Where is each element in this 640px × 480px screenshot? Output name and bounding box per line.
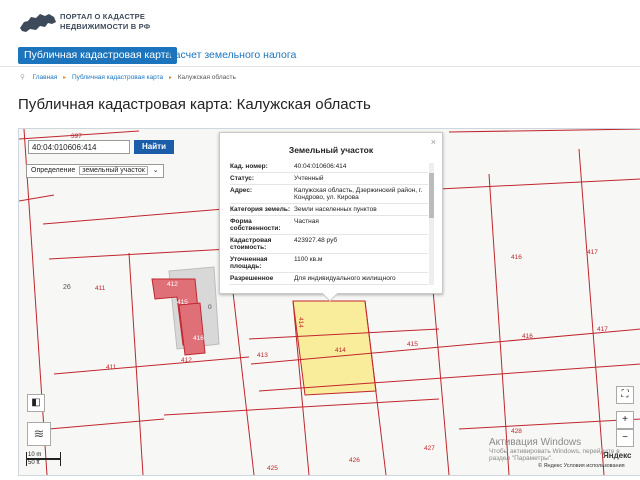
parcel-label: 426 xyxy=(349,457,360,464)
parcel-label: 428 xyxy=(511,428,522,435)
popup-rows: Кад. номер: 40:04:010606:414 Статус: Учтен… xyxy=(230,161,428,287)
parcel-info-popup: × Земельный участок Кад. номер: 40:04:010… xyxy=(219,132,443,294)
map-copyright[interactable]: © Яндекс Условия использования xyxy=(538,463,625,469)
row-value: Учтенный xyxy=(294,175,324,182)
watermark-line3: раздел "Параметры". xyxy=(489,455,553,462)
row-key: Адрес: xyxy=(230,187,253,194)
parcel-label: 415 xyxy=(407,341,418,348)
main-nav: Публичная кадастровая карта Расчет земел… xyxy=(0,44,640,67)
popup-row: Разрешенное Для индивидуального жилищного xyxy=(230,273,428,285)
definition-value: земельный участок xyxy=(79,166,148,175)
parcel-label: 411 xyxy=(95,285,106,292)
chevron-right-icon: ▸ xyxy=(168,75,172,81)
row-value: Для индивидуального жилищного xyxy=(294,275,396,282)
watermark-line1: Активация Windows xyxy=(489,437,582,448)
tab-public-cadastral-map[interactable]: Публичная кадастровая карта xyxy=(18,47,178,64)
parcel-label: 416 xyxy=(193,335,204,342)
page-title: Публичная кадастровая карта: Калужская о… xyxy=(18,96,371,113)
yandex-logo[interactable]: Яндекс xyxy=(603,451,631,460)
row-value: Земли населенных пунктов xyxy=(294,206,377,213)
row-value: 423927.48 руб xyxy=(294,237,338,244)
breadcrumb-current: Калужская область xyxy=(177,74,236,81)
parcel-label: 397 xyxy=(71,133,82,140)
definition-label: Определение xyxy=(31,167,76,174)
parcel-label: 414 xyxy=(296,317,304,328)
parcel-label: 0 xyxy=(208,304,212,311)
row-value: 40:04:010606:414 xyxy=(294,163,347,170)
row-key: Кадастровая стоимость: xyxy=(230,237,272,251)
popup-row: Уточненная площадь: 1100 кв.м xyxy=(230,254,428,273)
scale-bar: 10 m 50 ft xyxy=(26,452,61,466)
zoom-in-icon[interactable]: + xyxy=(616,411,634,429)
popup-row: Статус: Учтенный xyxy=(230,173,428,185)
breadcrumb-home[interactable]: Главная xyxy=(33,74,58,81)
row-value: 1100 кв.м xyxy=(294,256,323,263)
location-pin-icon: ⚲ xyxy=(20,74,25,81)
row-value: Калужская область, Дзержинский район, г.… xyxy=(294,187,423,201)
popup-pointer xyxy=(321,292,339,302)
site-header: ПОРТАЛ О КАДАСТРЕ НЕДВИЖИМОСТИ В РФ xyxy=(0,0,640,42)
parcel-label: 416 xyxy=(511,254,522,261)
parcel-label: 425 xyxy=(267,465,278,472)
popup-title: Земельный участок xyxy=(288,145,374,155)
layers-icon[interactable]: ≋ xyxy=(27,422,51,446)
scale-m: 10 m xyxy=(26,452,61,459)
parcel-label: 414 xyxy=(335,347,346,354)
row-key: Статус: xyxy=(230,175,255,182)
popup-row: Кадастровая стоимость: 423927.48 руб xyxy=(230,235,428,254)
parcel-label: 415 xyxy=(177,299,188,306)
parcel-label: 427 xyxy=(424,445,435,452)
windows-activation-watermark: Активация Windows Чтобы активировать Win… xyxy=(489,437,620,462)
parcel-label: 417 xyxy=(587,249,598,256)
row-key: Уточненная площадь: xyxy=(230,256,268,270)
parcel-label: 416 xyxy=(522,333,533,340)
definition-select[interactable]: Определение земельный участок ⌄ xyxy=(26,164,164,178)
breadcrumb: ⚲ Главная ▸ Публичная кадастровая карта … xyxy=(20,73,236,81)
scale-ft: 50 ft xyxy=(26,459,61,466)
row-key: Кад. номер: xyxy=(230,163,268,170)
logo-line1: ПОРТАЛ О КАДАСТРЕ xyxy=(60,12,146,21)
russia-map-logo[interactable] xyxy=(18,10,58,36)
ruler-icon[interactable]: ◧ xyxy=(27,394,45,412)
parcel-label: 413 xyxy=(257,352,268,359)
search-input[interactable]: 40:04:010606:414 xyxy=(28,140,130,154)
row-key: Разрешенное xyxy=(230,275,274,282)
popup-row: Кад. номер: 40:04:010606:414 xyxy=(230,161,428,173)
chevron-down-icon: ⌄ xyxy=(152,167,159,174)
parcel-label: 411 xyxy=(106,364,117,371)
parcel-label: 412 xyxy=(167,281,178,288)
logo-text[interactable]: ПОРТАЛ О КАДАСТРЕ НЕДВИЖИМОСТИ В РФ xyxy=(60,12,150,32)
popup-row: Форма собственности: Частная xyxy=(230,216,428,235)
breadcrumb-section[interactable]: Публичная кадастровая карта xyxy=(72,74,163,81)
row-value: Частная xyxy=(294,218,319,225)
parcel-label: 26 xyxy=(63,284,71,291)
chevron-right-icon: ▸ xyxy=(63,75,67,81)
tab-land-tax-calc[interactable]: Расчет земельного налога xyxy=(162,47,302,64)
row-key: Категория земель: xyxy=(230,206,291,213)
parcel-label: 417 xyxy=(597,326,608,333)
fullscreen-icon[interactable]: ⛶ xyxy=(616,386,634,404)
search-button[interactable]: Найти xyxy=(134,140,174,154)
popup-scroll-thumb[interactable] xyxy=(429,173,434,218)
parcel-label: 412 xyxy=(181,357,192,364)
popup-row: Категория земель: Земли населенных пункто… xyxy=(230,204,428,216)
row-key: Форма собственности: xyxy=(230,218,281,232)
logo-line2: НЕДВИЖИМОСТИ В РФ xyxy=(60,22,151,31)
popup-row: Адрес: Калужская область, Дзержинский рай… xyxy=(230,185,428,204)
watermark-line2: Чтобы активировать Windows, перейдите в xyxy=(489,448,620,455)
